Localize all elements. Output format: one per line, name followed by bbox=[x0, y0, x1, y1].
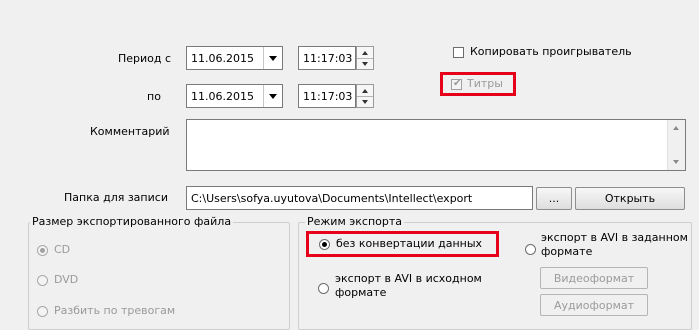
comment-textarea[interactable] bbox=[186, 119, 686, 171]
period-to-time-field[interactable]: 11:17:03 bbox=[298, 84, 356, 108]
checkmark-icon: ✔ bbox=[453, 78, 462, 89]
file-size-cd-label[interactable]: CD bbox=[54, 243, 70, 256]
spin-down-icon[interactable] bbox=[357, 96, 373, 107]
scroll-down-icon[interactable] bbox=[673, 160, 679, 164]
export-no-conversion-radio[interactable] bbox=[319, 239, 330, 250]
browse-folder-button[interactable]: ... bbox=[536, 187, 572, 210]
period-to-date-value: 11.06.2015 bbox=[191, 89, 254, 103]
comment-scrollbar[interactable] bbox=[667, 120, 685, 170]
copy-player-checkbox[interactable] bbox=[453, 47, 464, 58]
file-size-dvd-radio[interactable] bbox=[37, 275, 48, 286]
period-from-label: Период с bbox=[118, 52, 172, 65]
file-size-cd-radio[interactable] bbox=[37, 245, 48, 256]
file-size-split-label[interactable]: Разбить по тревогам bbox=[54, 304, 175, 317]
export-avi-source-label-line1: экспорт в AVI в исходном bbox=[335, 272, 482, 285]
period-to-time-spinner[interactable] bbox=[356, 84, 374, 108]
file-size-split-radio[interactable] bbox=[37, 306, 48, 317]
export-avi-custom-label-line2: формате bbox=[541, 245, 593, 258]
export-avi-custom-radio[interactable] bbox=[525, 244, 536, 255]
folder-path-field[interactable]: C:\Users\sofya.uyutova\Documents\Intelle… bbox=[186, 186, 533, 210]
audio-format-button[interactable]: Аудиоформат bbox=[540, 294, 648, 316]
period-from-time-field[interactable]: 11:17:03 bbox=[298, 46, 356, 70]
export-avi-source-label[interactable]: экспорт в AVI в исходном формате bbox=[335, 272, 482, 300]
period-to-date-select[interactable]: 11.06.2015 bbox=[186, 84, 283, 108]
export-avi-custom-label-line1: экспорт в AVI в заданном bbox=[541, 231, 688, 244]
period-from-time-value: 11:17:03 bbox=[303, 51, 353, 65]
period-to-label: по bbox=[147, 90, 161, 103]
subtitles-checkbox[interactable]: ✔ bbox=[451, 78, 462, 90]
scroll-up-icon[interactable] bbox=[673, 126, 679, 130]
export-mode-group-title: Режим экспорта bbox=[305, 215, 405, 228]
period-to-time-value: 11:17:03 bbox=[303, 89, 353, 103]
copy-player-label[interactable]: Копировать проигрыватель bbox=[470, 45, 632, 58]
period-from-date-select[interactable]: 11.06.2015 bbox=[186, 46, 283, 70]
video-format-button[interactable]: Видеоформат bbox=[540, 267, 648, 289]
period-from-date-value: 11.06.2015 bbox=[191, 51, 254, 65]
comment-label: Комментарий bbox=[90, 125, 170, 138]
file-size-group-title: Размер экспортированного файла bbox=[30, 215, 234, 228]
file-size-dvd-label[interactable]: DVD bbox=[54, 273, 78, 286]
period-from-time-spinner[interactable] bbox=[356, 46, 374, 70]
chevron-down-icon[interactable] bbox=[263, 47, 282, 69]
export-no-conversion-label[interactable]: без конвертации данных bbox=[336, 237, 482, 250]
folder-label: Папка для записи bbox=[64, 191, 168, 204]
open-folder-button[interactable]: Открыть bbox=[575, 187, 685, 210]
export-avi-source-label-line2: формате bbox=[335, 286, 387, 299]
export-avi-custom-label[interactable]: экспорт в AVI в заданном формате bbox=[541, 231, 688, 259]
folder-path-value: C:\Users\sofya.uyutova\Documents\Intelle… bbox=[191, 191, 473, 205]
spin-down-icon[interactable] bbox=[357, 58, 373, 69]
subtitles-label[interactable]: Титры bbox=[467, 77, 503, 90]
chevron-down-icon[interactable] bbox=[263, 85, 282, 107]
export-avi-source-radio[interactable] bbox=[318, 283, 329, 294]
